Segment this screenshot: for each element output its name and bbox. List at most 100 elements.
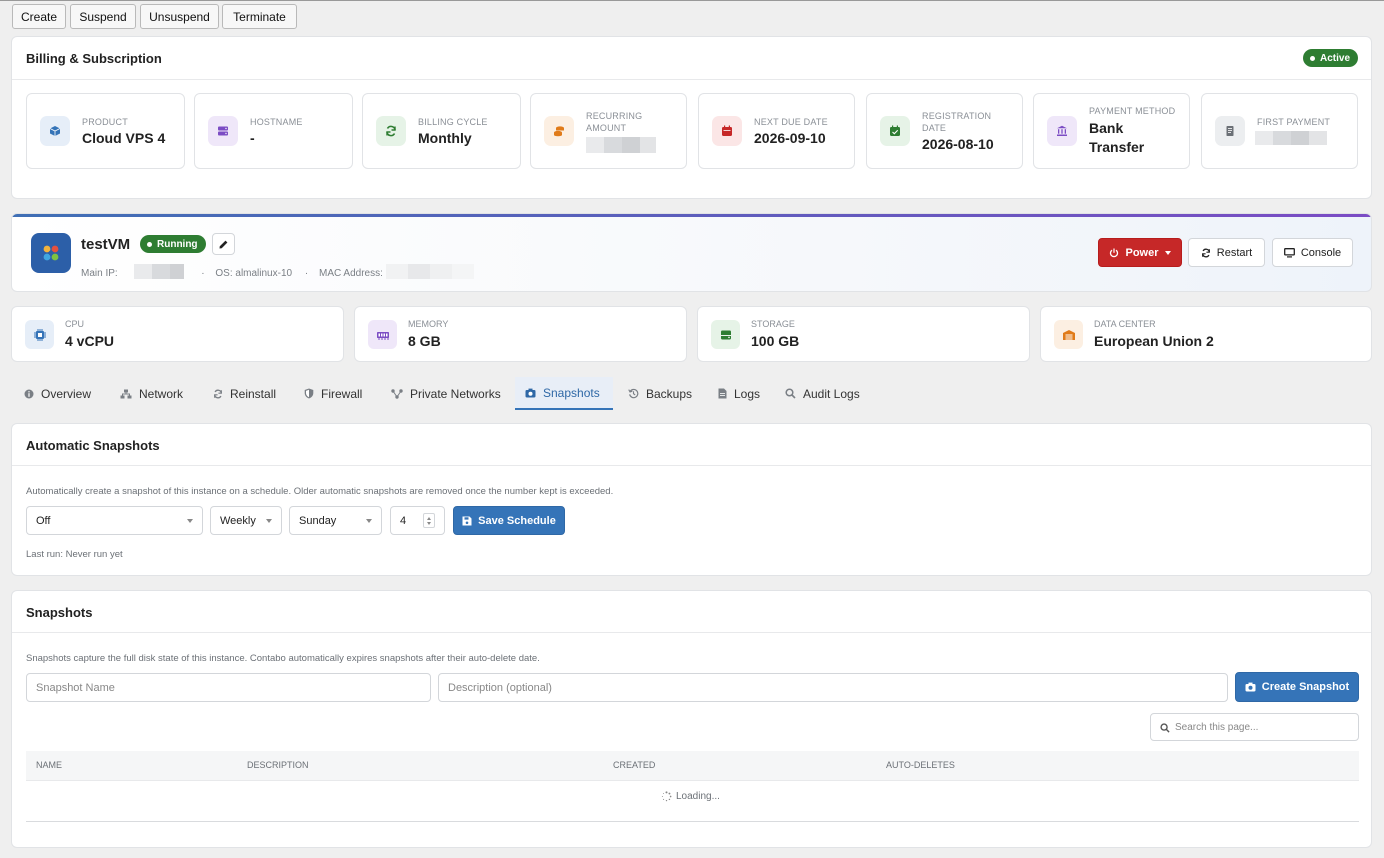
tab-backups[interactable]: Backups: [618, 377, 702, 410]
divider: [12, 465, 1371, 466]
tab-label: Logs: [734, 386, 761, 401]
main-ip-label: Main IP:: [81, 268, 118, 279]
tab-audit-logs[interactable]: Audit Logs: [775, 377, 870, 410]
tab-logs[interactable]: Logs: [708, 377, 770, 410]
spinner-icon: [661, 791, 672, 802]
resource-label: CPU: [65, 319, 85, 329]
search-input[interactable]: Search this page...: [1150, 713, 1359, 741]
chevron-down-icon: [366, 519, 372, 523]
tab-reinstall[interactable]: Reinstall: [203, 377, 286, 410]
calendar-icon: [712, 116, 742, 146]
resource-value: 4 vCPU: [65, 333, 115, 349]
column-header-description[interactable]: Description: [247, 760, 309, 770]
snapshots-title: Snapshots: [26, 605, 93, 620]
billing-item-value: Monthly: [418, 130, 472, 146]
last-run-text: Last run: Never run yet: [26, 549, 123, 560]
tab-label: Private Networks: [410, 386, 501, 401]
billing-item-value: Bank: [1089, 120, 1124, 136]
select-value: Sunday: [299, 514, 337, 527]
pencil-icon: [219, 240, 228, 248]
os-logo-icon: [31, 233, 71, 273]
column-header-auto-deletes[interactable]: Auto-Deletes: [886, 760, 955, 770]
save-icon: [462, 516, 472, 525]
tab-overview[interactable]: Overview: [14, 377, 101, 410]
network-icon: [120, 389, 132, 398]
tab-label: Network: [139, 386, 184, 401]
billing-item-product: Product Cloud VPS 4: [26, 93, 185, 169]
unsuspend-button[interactable]: Unsuspend: [140, 4, 219, 29]
billing-item-value-line2: Transfer: [1089, 139, 1145, 155]
refresh-icon: [1201, 248, 1210, 257]
meta-separator: ·: [201, 268, 205, 279]
meta-separator: ·: [304, 268, 309, 279]
vm-status-badge: Running: [140, 235, 206, 253]
tab-firewall[interactable]: Firewall: [294, 377, 372, 410]
create-snapshot-label: Create Snapshot: [1261, 681, 1350, 693]
billing-item-next-due: Next Due Date 2026-09-10: [698, 93, 855, 169]
frequency-select[interactable]: Weekly: [210, 506, 282, 535]
warehouse-icon: [1054, 320, 1083, 349]
bank-icon: [1047, 116, 1077, 146]
stepper-arrows-icon[interactable]: [423, 513, 435, 528]
billing-item-label: Billing Cycle: [418, 117, 488, 127]
history-icon: [628, 388, 639, 399]
chevron-down-icon: [187, 519, 193, 523]
snapshot-name-input[interactable]: Snapshot Name: [26, 673, 431, 702]
tab-private-networks[interactable]: Private Networks: [381, 377, 511, 410]
reinstall-icon: [214, 389, 222, 398]
tab-network[interactable]: Network: [110, 377, 193, 410]
day-select[interactable]: Sunday: [289, 506, 382, 535]
redacted-ip: [134, 264, 185, 279]
column-header-created[interactable]: Created: [613, 760, 655, 770]
billing-item-recurring: Recurring Amount: [530, 93, 687, 169]
redacted-value: [1255, 131, 1327, 145]
create-button[interactable]: Create: [12, 4, 66, 29]
os-label: OS: almalinux-10: [215, 268, 293, 279]
save-schedule-button[interactable]: Save Schedule: [453, 506, 565, 535]
console-button[interactable]: Console: [1272, 238, 1353, 267]
tab-snapshots[interactable]: Snapshots: [515, 377, 613, 410]
save-schedule-label: Save Schedule: [478, 514, 556, 527]
redacted-value: [586, 137, 656, 153]
billing-item-value: Cloud VPS 4: [82, 130, 166, 146]
table-loading: Loading...: [661, 791, 720, 802]
billing-item-value: 2026-09-10: [754, 130, 826, 146]
billing-item-cycle: Billing Cycle Monthly: [362, 93, 521, 169]
resource-value: 8 GB: [408, 333, 441, 349]
column-header-name[interactable]: Name: [36, 760, 62, 770]
chevron-down-icon: [1164, 250, 1171, 255]
monitor-icon: [1283, 247, 1295, 257]
vm-status-label: Running: [157, 238, 198, 250]
keep-count-stepper[interactable]: 4: [390, 506, 445, 535]
billing-item-value: -: [250, 130, 255, 146]
billing-item-first-payment: First Payment: [1201, 93, 1358, 169]
power-button[interactable]: Power: [1098, 238, 1182, 267]
billing-item-label-line2: Date: [922, 123, 947, 133]
schedule-mode-select[interactable]: Off: [26, 506, 203, 535]
suspend-button[interactable]: Suspend: [70, 4, 136, 29]
resource-value: 100 GB: [751, 333, 800, 349]
loading-text: Loading...: [676, 791, 720, 802]
camera-icon: [1245, 682, 1256, 692]
info-icon: [24, 389, 34, 398]
console-label: Console: [1300, 246, 1342, 259]
storage-icon: [711, 320, 740, 349]
stepper-value: 4: [400, 514, 407, 527]
auto-snapshots-description: Automatically create a snapshot of this …: [26, 486, 614, 497]
create-snapshot-button[interactable]: Create Snapshot: [1235, 672, 1359, 702]
admin-toolbar: Create Suspend Unsuspend Terminate: [0, 0, 1384, 32]
billing-item-label: Recurring: [586, 111, 643, 121]
tab-label: Reinstall: [230, 386, 277, 401]
restart-button[interactable]: Restart: [1188, 238, 1265, 267]
snapshots-description: Snapshots capture the full disk state of…: [26, 653, 540, 664]
resource-value: European Union 2: [1094, 333, 1214, 349]
billing-title: Billing & Subscription: [26, 51, 162, 66]
coins-icon: [544, 116, 574, 146]
terminate-button[interactable]: Terminate: [222, 4, 297, 29]
snapshot-description-input[interactable]: Description (optional): [438, 673, 1228, 702]
billing-item-payment-method: Payment Method Bank Transfer: [1033, 93, 1190, 169]
billing-card: Billing & Subscription Active Product Cl…: [11, 36, 1372, 199]
billing-item-label: Hostname: [250, 117, 303, 127]
edit-name-button[interactable]: [212, 233, 235, 255]
billing-item-value: 2026-08-10: [922, 136, 994, 152]
